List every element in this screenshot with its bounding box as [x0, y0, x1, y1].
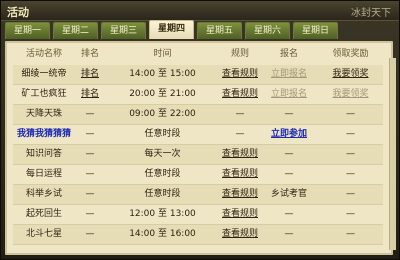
- header-rewards: 领取奖励: [332, 49, 369, 59]
- table-row: 矿工也疯狂 排名 20:00 至 21:00 查看规则 立即报名 我要领奖: [13, 85, 383, 105]
- header-signup: 报名: [279, 49, 298, 59]
- reward-value: —: [346, 149, 355, 159]
- join-now-link[interactable]: 立即参加: [260, 125, 318, 144]
- activity-name: 天降天珠: [25, 109, 62, 119]
- activity-table-panel: 活动名称 排名 时间 规则 报名 领取奖励 细绫一统帝 排名 14:00 至 1…: [5, 41, 393, 255]
- activity-time: 14:00 至 15:00: [129, 69, 196, 79]
- server-name: 冰封天下: [351, 8, 391, 19]
- signup-value: —: [284, 209, 294, 219]
- view-rules-link[interactable]: 查看规则: [220, 65, 260, 84]
- header-time: 时间: [153, 49, 172, 59]
- table-row: 天降天珠 — 09:00 至 22:00 — — —: [13, 105, 383, 125]
- view-rules-link[interactable]: 查看规则: [220, 165, 260, 184]
- vertical-scrollbar[interactable]: [389, 58, 396, 250]
- table-row: 科举乡试 — 任意时段 查看规则 乡试考官 —: [13, 185, 383, 205]
- signup-link[interactable]: 立即报名: [260, 65, 318, 84]
- reward-value: —: [346, 229, 355, 239]
- signup-value: —: [284, 169, 294, 179]
- reward-value: —: [346, 209, 355, 219]
- rank-link[interactable]: 排名: [75, 65, 105, 84]
- claim-reward-link[interactable]: 我要领奖: [318, 85, 383, 104]
- signup-value: —: [284, 109, 294, 119]
- tab-wednesday[interactable]: 星期三: [101, 22, 146, 39]
- activity-name: 起死回生: [25, 209, 62, 219]
- signup-value: —: [284, 229, 294, 239]
- weekday-tabs: 星期一 星期二 星期三 星期四 星期五 星期六 星期日: [5, 20, 341, 41]
- window-title: 活动: [7, 6, 29, 19]
- rank-value: —: [85, 109, 95, 119]
- activity-time: 14:00 至 16:00: [129, 229, 196, 239]
- table-row: 起死回生 — 12:00 至 13:00 查看规则 — —: [13, 205, 383, 225]
- view-rules-link[interactable]: 查看规则: [220, 185, 260, 204]
- table-row: 每日运程 — 任意时段 查看规则 — —: [13, 165, 383, 185]
- reward-value: —: [346, 169, 355, 179]
- reward-value: —: [346, 109, 355, 119]
- activity-time: 任意时段: [144, 129, 181, 139]
- header-activity-name: 活动名称: [25, 49, 62, 59]
- activity-name: 细绫一统帝: [21, 69, 67, 79]
- activity-name: 每日运程: [25, 169, 62, 179]
- activity-name: 科举乡试: [25, 189, 62, 199]
- reward-value: —: [346, 189, 355, 199]
- activity-name: 矿工也疯狂: [21, 89, 67, 99]
- activity-time: 任意时段: [144, 169, 181, 179]
- activity-window: 活动 冰封天下 星期一 星期二 星期三 星期四 星期五 星期六 星期日 活动名称…: [0, 0, 400, 260]
- table-row: 北斗七星 — 14:00 至 16:00 查看规则 — —: [13, 225, 383, 245]
- rank-value: —: [85, 169, 95, 179]
- examiner-label: 乡试考官: [270, 189, 307, 199]
- activity-time: 12:00 至 13:00: [129, 209, 196, 219]
- table-row: 我猜我猜猜猜 — 任意时段 — 立即参加 —: [13, 125, 383, 145]
- view-rules-link[interactable]: 查看规则: [220, 145, 260, 164]
- view-rules-link[interactable]: 查看规则: [220, 225, 260, 244]
- tab-monday[interactable]: 星期一: [5, 22, 50, 39]
- rank-value: —: [85, 149, 95, 159]
- signup-value: —: [284, 149, 294, 159]
- tab-friday[interactable]: 星期五: [197, 22, 242, 39]
- table-header: 活动名称 排名 时间 规则 报名 领取奖励: [13, 45, 383, 64]
- activity-name: 我猜我猜猜猜: [16, 129, 71, 139]
- rank-value: —: [85, 189, 95, 199]
- activity-time: 任意时段: [144, 189, 181, 199]
- rank-value: —: [85, 129, 95, 139]
- rank-link[interactable]: 排名: [75, 85, 105, 104]
- header-rank: 排名: [80, 49, 99, 59]
- table-row: 细绫一统帝 排名 14:00 至 15:00 查看规则 立即报名 我要领奖: [13, 65, 383, 85]
- tab-saturday[interactable]: 星期六: [245, 22, 290, 39]
- header-rules: 规则: [230, 49, 249, 59]
- signup-link[interactable]: 立即报名: [260, 85, 318, 104]
- tab-sunday[interactable]: 星期日: [293, 22, 338, 39]
- activity-time: 09:00 至 22:00: [129, 109, 196, 119]
- tab-thursday[interactable]: 星期四: [149, 20, 194, 39]
- rules-value: —: [235, 129, 245, 139]
- activity-name: 知识问答: [25, 149, 62, 159]
- tab-tuesday[interactable]: 星期二: [53, 22, 98, 39]
- activity-time: 每天一次: [144, 149, 181, 159]
- rank-value: —: [85, 209, 95, 219]
- claim-reward-link[interactable]: 我要领奖: [318, 65, 383, 84]
- reward-value: —: [346, 129, 355, 139]
- titlebar: 活动 冰封天下: [1, 1, 399, 21]
- view-rules-link[interactable]: 查看规则: [220, 85, 260, 104]
- activity-name: 北斗七星: [25, 229, 62, 239]
- view-rules-link[interactable]: 查看规则: [220, 205, 260, 224]
- rules-value: —: [235, 109, 245, 119]
- activity-time: 20:00 至 21:00: [129, 89, 196, 99]
- table-row: 知识问答 — 每天一次 查看规则 — —: [13, 145, 383, 165]
- rank-value: —: [85, 229, 95, 239]
